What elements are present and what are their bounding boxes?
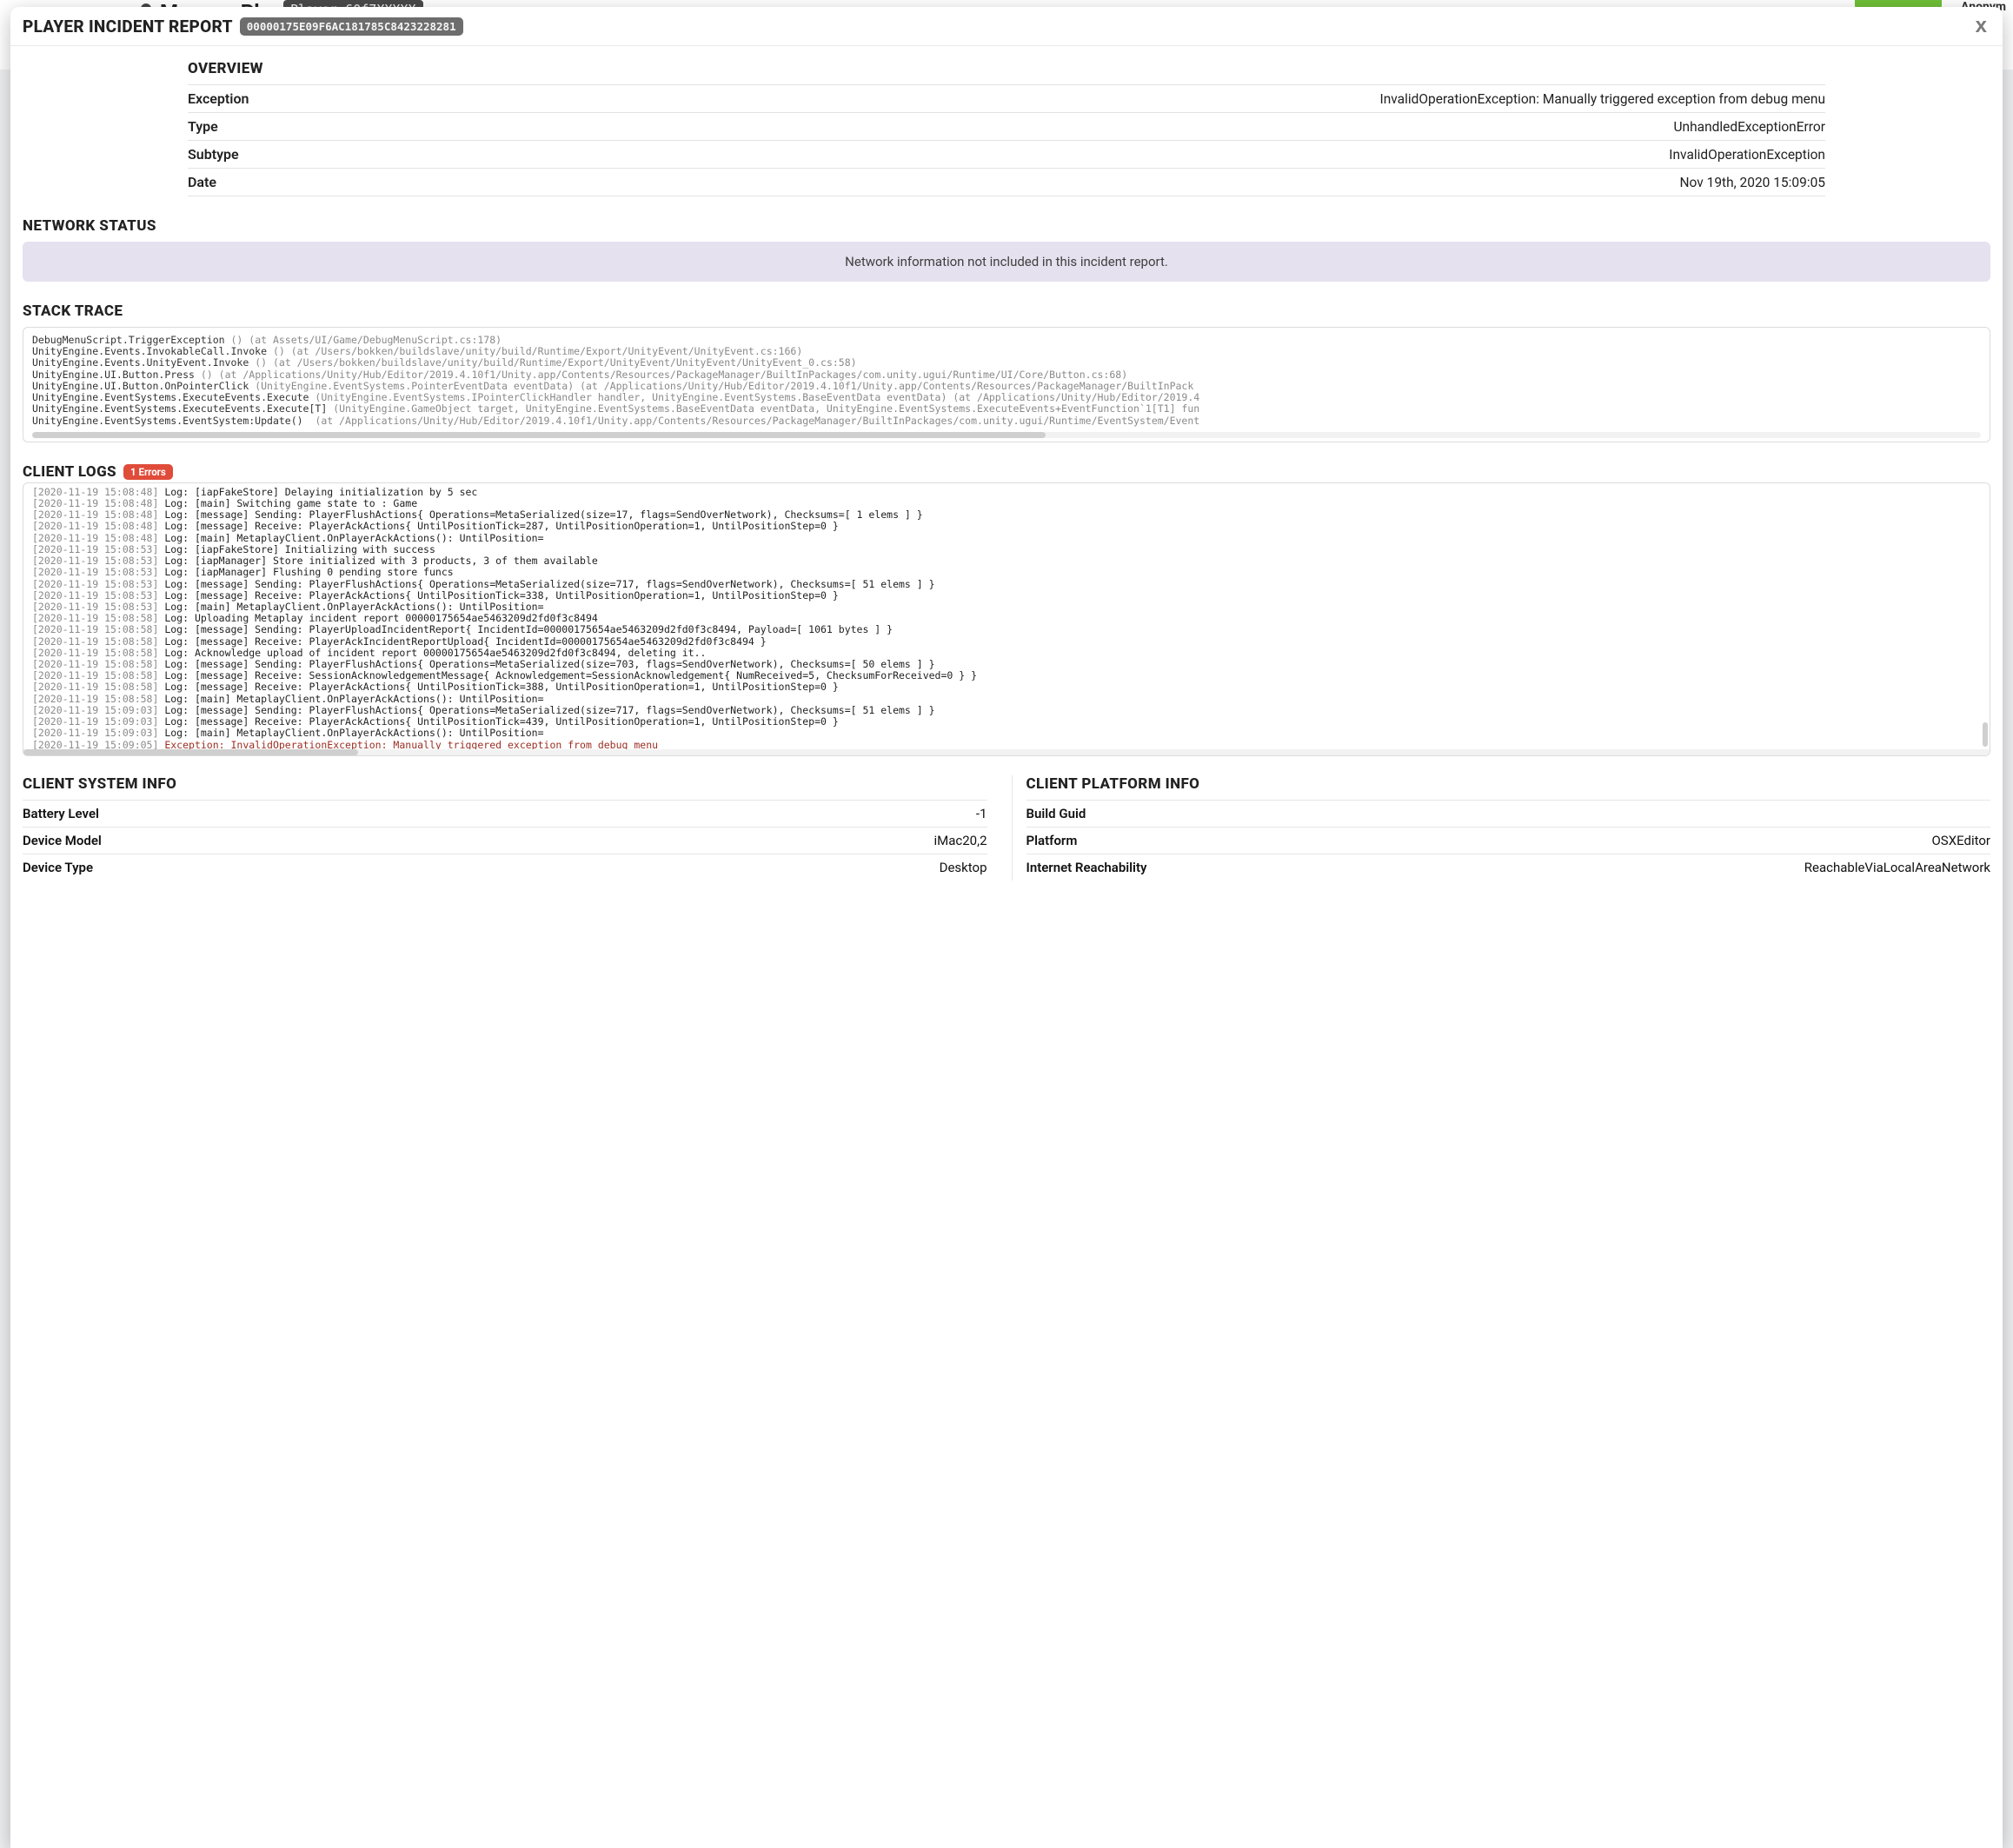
client-logs-content[interactable]: [2020-11-19 15:08:48] Log: [iapFakeStore… (23, 483, 1990, 749)
stack-trace-section: STACK TRACE DebugMenuScript.TriggerExcep… (23, 302, 1990, 442)
info-value: ReachableViaLocalAreaNetwork (1804, 860, 1990, 875)
info-row: Platform OSXEditor (1026, 827, 1991, 854)
overview-row: Type UnhandledExceptionError (188, 112, 1825, 140)
stack-trace-line: UnityEngine.EventSystems.EventSystem:Upd… (32, 415, 1981, 427)
client-logs-heading: CLIENT LOGS (23, 463, 116, 481)
info-label: Internet Reachability (1026, 860, 1147, 875)
overview-value: InvalidOperationException: Manually trig… (1380, 91, 1825, 107)
network-status-banner: Network information not included in this… (23, 242, 1990, 282)
info-value: iMac20,2 (934, 833, 987, 848)
overview-row: Exception InvalidOperationException: Manu… (188, 84, 1825, 112)
overview-row: Date Nov 19th, 2020 15:09:05 (188, 168, 1825, 196)
network-status-heading: NETWORK STATUS (23, 217, 1990, 235)
modal-header: PLAYER INCIDENT REPORT 00000175E09F6AC18… (10, 7, 2003, 46)
info-label: Device Type (23, 860, 93, 875)
overview-value: Nov 19th, 2020 15:09:05 (1679, 175, 1825, 190)
network-status-section: NETWORK STATUS Network information not i… (23, 217, 1990, 282)
overview-label: Date (188, 174, 216, 190)
incident-id-chip: 00000175E09F6AC181785C8423228281 (240, 17, 463, 36)
overview-value: UnhandledExceptionError (1674, 119, 1826, 135)
overview-row: Subtype InvalidOperationException (188, 140, 1825, 168)
client-system-info-section: CLIENT SYSTEM INFO Battery Level -1 Device… (23, 775, 987, 881)
client-platform-info-heading: CLIENT PLATFORM INFO (1026, 775, 1991, 793)
info-row: Internet Reachability ReachableViaLocalAr… (1026, 854, 1991, 881)
stack-trace-box: DebugMenuScript.TriggerException () (at … (23, 327, 1990, 442)
info-columns: CLIENT SYSTEM INFO Battery Level -1 Device… (23, 772, 1990, 907)
stack-trace-content[interactable]: DebugMenuScript.TriggerException () (at … (32, 335, 1981, 432)
modal-title: PLAYER INCIDENT REPORT (23, 17, 233, 37)
info-label: Battery Level (23, 806, 99, 821)
info-row: Battery Level -1 (23, 800, 987, 827)
client-logs-vscrollbar[interactable] (1983, 487, 1988, 747)
info-value: -1 (976, 806, 987, 821)
client-logs-section: CLIENT LOGS 1 Errors [2020-11-19 15:08:4… (23, 463, 1990, 756)
client-platform-info-section: CLIENT PLATFORM INFO Build Guid Platform O… (1012, 775, 1991, 881)
info-label: Build Guid (1026, 806, 1086, 821)
overview-section: OVERVIEW Exception InvalidOperationExcept… (23, 60, 1990, 217)
info-row: Device Type Desktop (23, 854, 987, 881)
modal-body: OVERVIEW Exception InvalidOperationExcept… (10, 46, 2003, 907)
incident-report-modal: PLAYER INCIDENT REPORT 00000175E09F6AC18… (10, 7, 2003, 1848)
overview-label: Exception (188, 90, 249, 107)
info-label: Platform (1026, 833, 1078, 848)
client-logs-box: [2020-11-19 15:08:48] Log: [iapFakeStore… (23, 482, 1990, 756)
info-row: Build Guid (1026, 800, 1991, 827)
client-log-line: [2020-11-19 15:09:05] Exception: Invalid… (32, 740, 1981, 749)
client-logs-hscrollbar[interactable] (23, 749, 1990, 755)
stack-trace-heading: STACK TRACE (23, 302, 1990, 320)
info-value: Desktop (940, 860, 987, 875)
overview-label: Subtype (188, 146, 239, 163)
info-value: OSXEditor (1931, 833, 1990, 848)
stack-trace-scrollbar[interactable] (32, 432, 1981, 438)
close-button[interactable]: x (1972, 16, 1990, 37)
overview-value: InvalidOperationException (1669, 147, 1825, 163)
client-system-info-heading: CLIENT SYSTEM INFO (23, 775, 987, 793)
info-row: Device Model iMac20,2 (23, 827, 987, 854)
overview-heading: OVERVIEW (188, 60, 1825, 77)
client-logs-errors-badge: 1 Errors (123, 464, 173, 480)
overview-label: Type (188, 118, 218, 135)
info-label: Device Model (23, 833, 102, 848)
